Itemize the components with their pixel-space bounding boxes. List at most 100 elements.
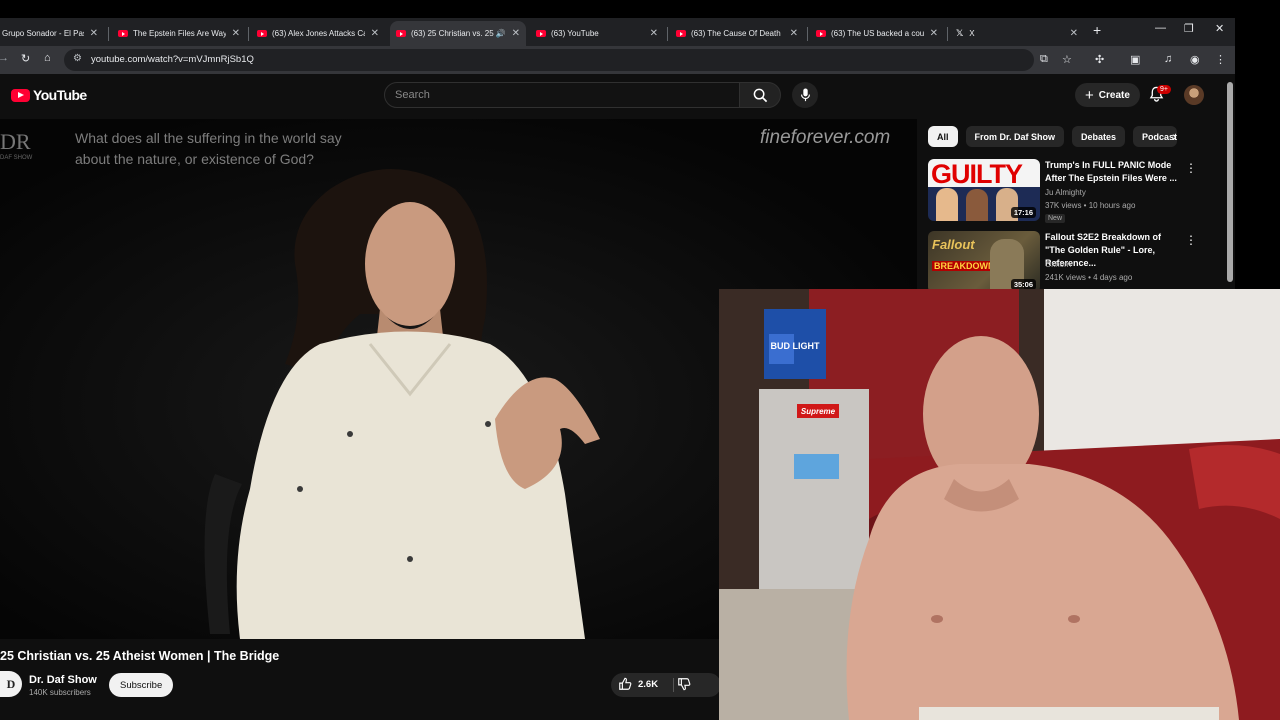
bookmark-star-icon[interactable]: ☆ (1062, 53, 1072, 66)
filter-chips: All From Dr. Daf Show Debates Podcasts (928, 126, 1178, 147)
channel-avatar[interactable]: D (0, 671, 22, 697)
extensions-icon[interactable]: ✣ (1095, 53, 1104, 66)
url-text[interactable]: youtube.com/watch?v=mVJmnRjSb1Q (91, 54, 254, 65)
tab-close-icon[interactable]: ✕ (790, 28, 798, 39)
youtube-icon (536, 30, 546, 37)
chip-all[interactable]: All (928, 126, 958, 147)
recommendation-item[interactable]: GUILTY 17:16 Trump's In FULL PANIC Mode … (928, 159, 1228, 223)
subscribe-button[interactable]: Subscribe (109, 673, 174, 697)
home-icon[interactable]: ⌂ (44, 52, 51, 64)
address-bar[interactable]: ⚙ youtube.com/watch?v=mVJmnRjSb1Q (64, 49, 1034, 71)
search-button[interactable] (739, 82, 781, 108)
video-thumbnail[interactable]: GUILTY 17:16 (928, 159, 1040, 221)
thumbs-down-icon (678, 678, 691, 691)
svg-text:BUD LIGHT: BUD LIGHT (771, 341, 820, 351)
address-toolbar: → ↻ ⌂ ⚙ youtube.com/watch?v=mVJmnRjSb1Q … (0, 46, 1235, 74)
tab-title: (63) The US backed a coup (831, 29, 924, 38)
recommendation-title[interactable]: Trump's In FULL PANIC Mode After The Eps… (1045, 159, 1180, 185)
browser-tab[interactable]: Grupo Sonador - El Paso D ✕ (0, 21, 104, 46)
minimize-icon[interactable]: — (1155, 22, 1166, 34)
youtube-icon (257, 30, 267, 37)
svg-text:Supreme: Supreme (801, 407, 836, 416)
browser-menu-icon[interactable]: ⋮ (1215, 53, 1226, 66)
tab-close-icon[interactable]: ✕ (371, 28, 379, 39)
channel-watermark-logo: DR DAF SHOW (0, 129, 33, 161)
more-options-icon[interactable]: ⋮ (1185, 233, 1197, 247)
more-options-icon[interactable]: ⋮ (1185, 161, 1197, 175)
like-dislike-group: 2.6K (611, 673, 721, 697)
restore-icon[interactable]: ❐ (1184, 22, 1194, 35)
webcam-overlay: Supreme BUD LIGHT (719, 289, 1280, 720)
plus-icon: + (1085, 86, 1094, 104)
voice-search-button[interactable] (792, 82, 818, 108)
video-duration: 17:16 (1010, 207, 1036, 218)
browser-tab-strip: Grupo Sonador - El Paso D ✕ The Epstein … (0, 18, 1235, 46)
speaker-icon[interactable]: 🔊 (496, 29, 506, 38)
browser-tab[interactable]: The Epstein Files Are Way ✕ (112, 21, 246, 46)
youtube-icon (118, 30, 128, 37)
tab-close-icon[interactable]: ✕ (1070, 28, 1078, 39)
browser-tab[interactable]: (63) The Cause Of Death ✕ (670, 21, 804, 46)
tab-close-icon[interactable]: ✕ (232, 28, 240, 39)
tab-title: Grupo Sonador - El Paso D (2, 29, 84, 38)
reload-icon[interactable]: ↻ (21, 52, 30, 65)
microphone-icon (800, 88, 810, 102)
x-logo-icon: 𝕏 (956, 28, 964, 38)
thumbs-up-icon (619, 677, 632, 690)
browser-tab[interactable]: (63) YouTube ✕ (530, 21, 664, 46)
video-overlay-question: What does all the suffering in the world… (75, 130, 342, 167)
close-window-icon[interactable]: ✕ (1215, 22, 1224, 35)
install-app-icon[interactable]: ⧉ (1040, 53, 1048, 66)
tab-title: (63) 25 Christian vs. 25 (411, 29, 494, 38)
site-settings-icon[interactable]: ⚙ (73, 53, 82, 64)
recommendation-meta: 241K views • 4 days ago (1045, 273, 1133, 282)
youtube-icon (816, 30, 826, 37)
tab-title: The Epstein Files Are Way (133, 29, 226, 38)
tab-close-icon[interactable]: ✕ (930, 28, 938, 39)
recommendation-meta: 37K views • 10 hours ago (1045, 201, 1136, 210)
youtube-play-icon (11, 88, 30, 102)
chip-from-channel[interactable]: From Dr. Daf Show (965, 126, 1065, 147)
search-input[interactable] (395, 89, 725, 101)
search-icon (753, 88, 767, 102)
split-view-icon[interactable]: ▣ (1130, 53, 1140, 66)
chip-debates[interactable]: Debates (1072, 126, 1126, 147)
tab-close-icon[interactable]: ✕ (650, 28, 658, 39)
recommendation-channel[interactable]: Ju Almighty (1045, 188, 1086, 197)
tab-title: (63) YouTube (551, 29, 599, 38)
youtube-logo[interactable]: YouTube (11, 87, 87, 103)
chip-podcasts[interactable]: Podcasts (1133, 126, 1178, 147)
channel-name[interactable]: Dr. Daf Show (29, 674, 97, 686)
new-badge: New (1045, 214, 1066, 223)
media-controls-icon[interactable]: ♫ (1164, 53, 1172, 65)
forward-icon[interactable]: → (0, 52, 9, 64)
profile-icon[interactable]: ◉ (1190, 53, 1200, 66)
chevron-right-icon[interactable]: › (1172, 128, 1177, 144)
browser-tab[interactable]: (63) Alex Jones Attacks Ca ✕ (251, 21, 385, 46)
search-box[interactable] (384, 82, 740, 108)
create-button[interactable]: + Create (1075, 83, 1140, 107)
browser-tab[interactable]: 𝕏 X ✕ (950, 21, 1084, 46)
tab-close-icon[interactable]: ✕ (90, 28, 98, 39)
video-thumbnail[interactable]: Fallout BREAKDOWN 35:06 (928, 231, 1040, 293)
recommendation-channel[interactable]: Oxhorn (1045, 260, 1071, 269)
webcam-image: Supreme BUD LIGHT (719, 289, 1280, 720)
new-tab-icon[interactable]: + (1093, 22, 1101, 38)
dislike-button[interactable] (677, 677, 691, 696)
browser-tab[interactable]: (63) The US backed a coup ✕ (810, 21, 944, 46)
like-button[interactable]: 2.6K (618, 677, 658, 691)
video-watermark: fineforever.com (760, 127, 891, 148)
tab-close-icon[interactable]: ✕ (512, 28, 520, 39)
tab-title: X (969, 29, 975, 38)
youtube-icon (396, 30, 406, 37)
browser-tab-active[interactable]: (63) 25 Christian vs. 25 🔊 ✕ (390, 21, 526, 46)
tab-title: (63) The Cause Of Death (691, 29, 781, 38)
youtube-icon (676, 30, 686, 37)
video-title: 25 Christian vs. 25 Atheist Women | The … (0, 649, 280, 663)
tab-title: (63) Alex Jones Attacks Ca (272, 29, 365, 38)
like-count: 2.6K (638, 678, 659, 690)
account-avatar[interactable] (1184, 85, 1204, 105)
notification-badge: 9+ (1157, 85, 1171, 94)
subscriber-count: 140K subscribers (29, 688, 91, 697)
recommendation-item[interactable]: Fallout BREAKDOWN 35:06 Fallout S2E2 Bre… (928, 231, 1228, 295)
